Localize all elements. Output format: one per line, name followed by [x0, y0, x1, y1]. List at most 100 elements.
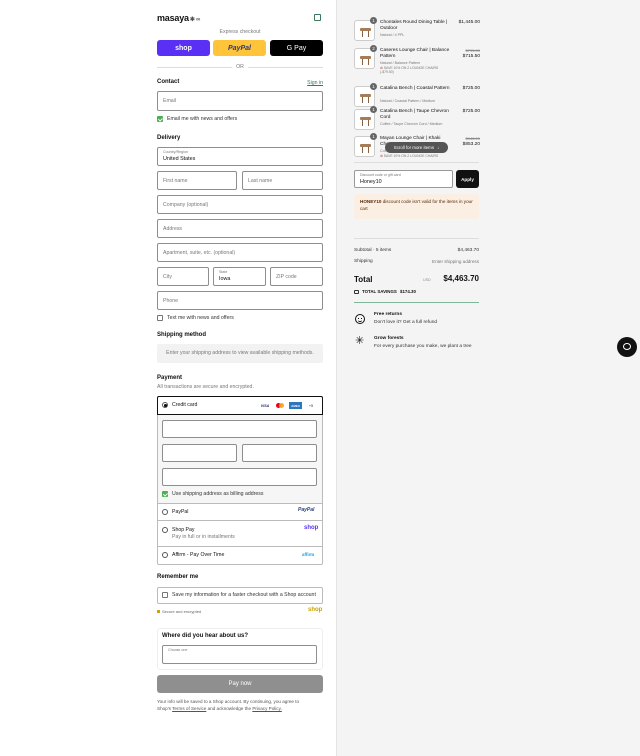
subtotal-label: Subtotal · 5 items — [354, 248, 392, 253]
survey-heading: Where did you hear about us? — [162, 633, 249, 639]
discount-input[interactable]: Discount code or gift card Honey10 — [354, 170, 453, 188]
shipping-notice-box: Enter your shipping address to view avai… — [157, 344, 323, 363]
quantity-badge: 1 — [370, 17, 377, 24]
product-price: $725.00 — [462, 109, 480, 114]
paypal-label: PayPal — [228, 44, 251, 52]
country-value: United States — [163, 156, 196, 162]
product-name: Catalina Bench | Taupe Chevron Cord — [380, 109, 449, 121]
phone-input[interactable]: Phone — [157, 291, 323, 310]
divider — [157, 503, 323, 504]
quantity-badge: 1 — [370, 106, 377, 113]
shop-pay-radio[interactable] — [162, 527, 168, 533]
remember-me-heading: Remember me — [157, 574, 199, 580]
email-input[interactable]: Email — [157, 91, 323, 111]
footer-pre: Shop's — [157, 705, 171, 711]
free-returns-text: Don't love it? Get a full refund — [374, 320, 438, 325]
country-label: Country/Region — [163, 150, 188, 154]
first-name-placeholder: First name — [163, 177, 188, 184]
credit-card-radio[interactable] — [162, 402, 168, 408]
credit-card-label: Credit card — [172, 402, 198, 408]
card-expiry-input[interactable] — [162, 444, 237, 462]
card-name-input[interactable] — [162, 468, 317, 486]
state-label: State — [219, 270, 228, 274]
footer-legal: Your info will be saved to a Shop accoun… — [157, 699, 327, 712]
zip-input[interactable]: ZIP code — [270, 267, 323, 286]
sign-in-link[interactable]: Sign in — [290, 80, 323, 87]
footer-line1: Your info will be saved to a Shop accoun… — [157, 699, 300, 704]
payment-heading: Payment — [157, 375, 183, 381]
divider — [157, 546, 323, 547]
city-placeholder: City — [163, 273, 172, 280]
logo-text: masaya — [157, 13, 189, 23]
card-cvv-input[interactable] — [242, 444, 317, 462]
cart-items-list[interactable]: 1 Chontales Round Dining Table | Outdoor N… — [354, 17, 480, 161]
divider — [248, 67, 323, 68]
zip-placeholder: ZIP code — [276, 273, 297, 280]
email-news-checkbox[interactable] — [157, 116, 163, 122]
scroll-more-pill[interactable]: Scroll for more items ↓ — [385, 142, 448, 153]
cart-bag-icon[interactable] — [314, 14, 321, 21]
address-input[interactable]: Address — [157, 219, 323, 238]
pay-now-button[interactable]: Pay now — [157, 675, 323, 693]
discount-error: HONEY10 discount code isn't valid for th… — [354, 194, 479, 219]
affirm-radio[interactable] — [162, 552, 168, 558]
text-news-checkbox[interactable] — [157, 315, 163, 321]
paypal-logo: PayPal — [298, 507, 315, 513]
cart-item: 1 Catalina Bench | Taupe Chevron Cord Coff… — [354, 106, 480, 134]
divider — [354, 162, 479, 163]
logo[interactable]: masaya✱ ∞ — [157, 13, 200, 23]
billing-same-checkbox[interactable] — [162, 491, 168, 497]
first-name-input[interactable]: First name — [157, 171, 237, 190]
promo-text: SAVE 10% ON 2 LOUNGE CHAIRS — [383, 154, 439, 158]
google-pay-label: G Pay — [286, 44, 307, 52]
quantity-badge: 1 — [370, 83, 377, 90]
shop-pay-logo: shop — [304, 525, 319, 531]
savings-value: $174.30 — [400, 289, 416, 294]
save-info-checkbox[interactable] — [162, 592, 168, 598]
shipping-value: Enter shipping address — [432, 259, 479, 264]
chat-button[interactable] — [617, 337, 637, 357]
cart-item: 2 Caseres Lounge Chair | Balance Pattern N… — [354, 45, 480, 75]
lock-icon — [157, 610, 160, 613]
country-select[interactable]: Country/Region United States — [157, 147, 323, 166]
mastercard-icon — [274, 402, 286, 409]
discount-label: Discount code or gift card — [360, 173, 401, 177]
state-select[interactable]: State Iowa — [213, 267, 266, 286]
shop-pay-button[interactable]: shop — [157, 40, 210, 56]
apply-button[interactable]: Apply — [456, 170, 479, 188]
save-info-label: Save my information for a faster checkou… — [172, 592, 316, 598]
visa-icon: VISA — [260, 403, 270, 408]
promo-text: SAVE 10% ON 2 LOUNGE CHAIRS (-$79.50) — [380, 66, 439, 75]
paypal-radio[interactable] — [162, 509, 168, 515]
product-name: Chontales Round Dining Table | Outdoor — [380, 20, 448, 32]
total-label: Total — [354, 275, 373, 284]
last-name-placeholder: Last name — [248, 177, 273, 184]
card-number-input[interactable] — [162, 420, 317, 438]
survey-select[interactable]: Choose one — [162, 645, 317, 664]
privacy-link[interactable]: Privacy Policy. — [252, 706, 282, 711]
paypal-button[interactable]: PayPal — [213, 40, 266, 56]
savings-row: TOTAL SAVINGS $174.30 — [362, 289, 416, 294]
company-placeholder: Company (optional) — [163, 201, 209, 208]
last-name-input[interactable]: Last name — [242, 171, 323, 190]
footer-mid: and acknowledge the — [207, 705, 252, 711]
product-price: $715.50 — [462, 54, 480, 59]
apartment-input[interactable]: Apartment, suite, etc. (optional) — [157, 243, 323, 262]
email-placeholder: Email — [163, 98, 176, 104]
pay-now-label: Pay now — [228, 681, 252, 687]
product-price: $853.20 — [462, 142, 480, 147]
product-variant: Natural / 4 PPL — [380, 33, 405, 37]
terms-link[interactable]: Terms of Service — [172, 706, 206, 711]
product-name: Caseres Lounge Chair | Balance Pattern — [380, 48, 450, 60]
city-input[interactable]: City — [157, 267, 209, 286]
payment-subtitle: All transactions are secure and encrypte… — [157, 384, 254, 390]
shipping-label: Shipping — [354, 259, 373, 264]
product-variant: Natural / Coastal Pattern / Medium — [380, 99, 436, 103]
shipping-notice-text: Enter your shipping address to view avai… — [166, 350, 314, 357]
google-pay-button[interactable]: G Pay — [270, 40, 323, 56]
product-name: Catalina Bench | Coastal Pattern — [380, 86, 450, 91]
affirm-option-label: Affirm - Pay Over Time — [172, 552, 225, 558]
old-price: $948.00 — [465, 136, 480, 141]
company-input[interactable]: Company (optional) — [157, 195, 323, 214]
billing-same-label: Use shipping address as billing address — [172, 491, 264, 497]
